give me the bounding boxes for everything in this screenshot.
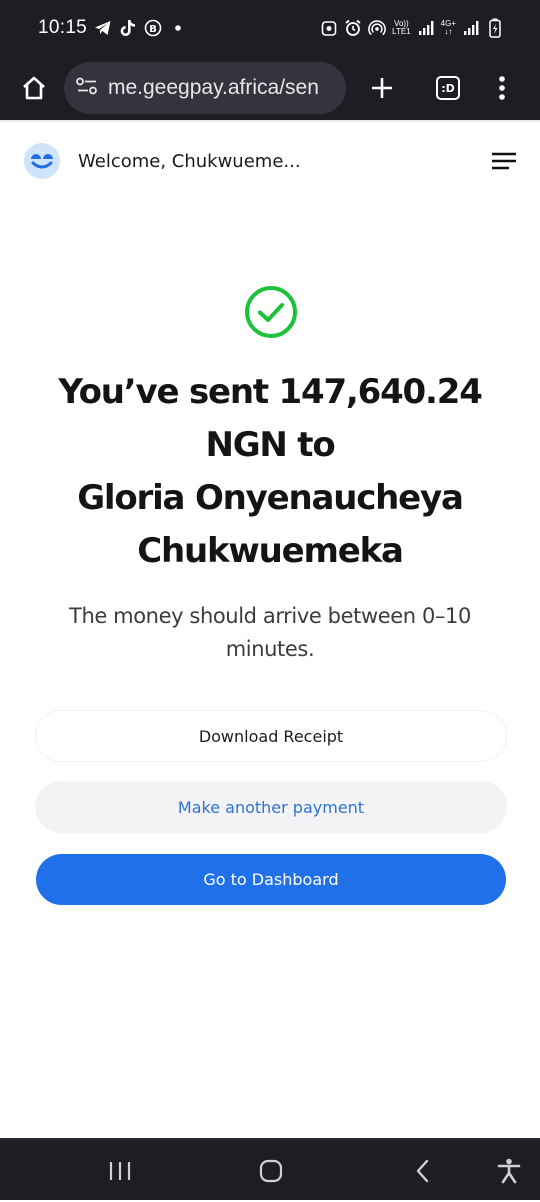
home-button[interactable] <box>14 68 54 108</box>
welcome-text: Welcome, Chukwueme... <box>78 150 301 172</box>
b-icon: B <box>144 19 162 37</box>
download-receipt-button[interactable]: Download Receipt <box>35 710 507 762</box>
smile-logo-icon <box>31 154 53 169</box>
payment-confirmation-title: You’ve sent 147,640.24 NGN to Gloria Ony… <box>20 366 520 578</box>
dot-icon <box>169 19 187 37</box>
back-icon <box>416 1159 429 1183</box>
status-time: 10:15 <box>38 17 88 38</box>
browser-menu-button[interactable] <box>492 68 512 108</box>
browser-toolbar: me.geegpay.africa/sen :D <box>0 56 540 120</box>
home-icon <box>23 76 45 100</box>
arrival-info-line1: The money should arrive between 0–10 <box>69 604 471 628</box>
battery-icon <box>486 18 504 38</box>
plus-icon <box>372 78 392 98</box>
recent-apps-button[interactable] <box>95 1140 145 1202</box>
telegram-icon <box>94 19 112 37</box>
headline-line-currency: NGN to <box>205 425 335 465</box>
tab-count: :D <box>436 76 460 100</box>
home-nav-button[interactable] <box>246 1140 296 1202</box>
recent-apps-icon <box>109 1162 131 1180</box>
arrival-info-line2: minutes. <box>225 637 315 661</box>
new-tab-button[interactable] <box>364 68 400 108</box>
volte-label: Vo)) LTE1 <box>392 19 411 36</box>
back-nav-button[interactable] <box>398 1140 448 1202</box>
signal-icon <box>417 19 435 37</box>
site-settings-icon[interactable] <box>76 77 98 99</box>
tab-switcher-button[interactable]: :D <box>430 68 466 108</box>
hamburger-icon <box>492 152 516 170</box>
system-nav-bar <box>0 1138 540 1200</box>
make-another-payment-button[interactable]: Make another payment <box>35 781 507 833</box>
headline-line-recipient-first: Gloria Onyenaucheya <box>77 478 464 518</box>
more-vertical-icon <box>499 76 505 100</box>
accessibility-icon <box>497 1158 521 1184</box>
app-menu-button[interactable] <box>490 149 518 173</box>
status-bar: 10:15 B Vo)) LTE1 4G+ ↓↑ <box>0 0 540 56</box>
app-notification-icon <box>320 19 338 37</box>
arrival-info-text: The money should arrive between 0–10 min… <box>40 600 500 666</box>
alarm-icon <box>344 19 362 37</box>
tiktok-icon <box>119 19 137 37</box>
success-check-icon <box>244 285 298 339</box>
accessibility-button[interactable] <box>484 1140 534 1202</box>
headline-line-amount: You’ve sent 147,640.24 <box>58 372 483 412</box>
app-header: Welcome, Chukwueme... <box>0 120 540 200</box>
go-to-dashboard-button[interactable]: Go to Dashboard <box>36 854 506 905</box>
hotspot-icon <box>368 19 386 37</box>
home-nav-icon <box>259 1159 283 1183</box>
geegpay-logo[interactable] <box>24 143 60 179</box>
address-bar[interactable]: me.geegpay.africa/sen <box>64 62 346 114</box>
url-text[interactable]: me.geegpay.africa/sen <box>108 76 319 100</box>
svg-text:B: B <box>149 24 157 35</box>
network-type-label: 4G+ ↓↑ <box>440 19 456 36</box>
headline-line-recipient-last: Chukwuemeka <box>137 531 404 571</box>
signal-icon-2 <box>462 19 480 37</box>
